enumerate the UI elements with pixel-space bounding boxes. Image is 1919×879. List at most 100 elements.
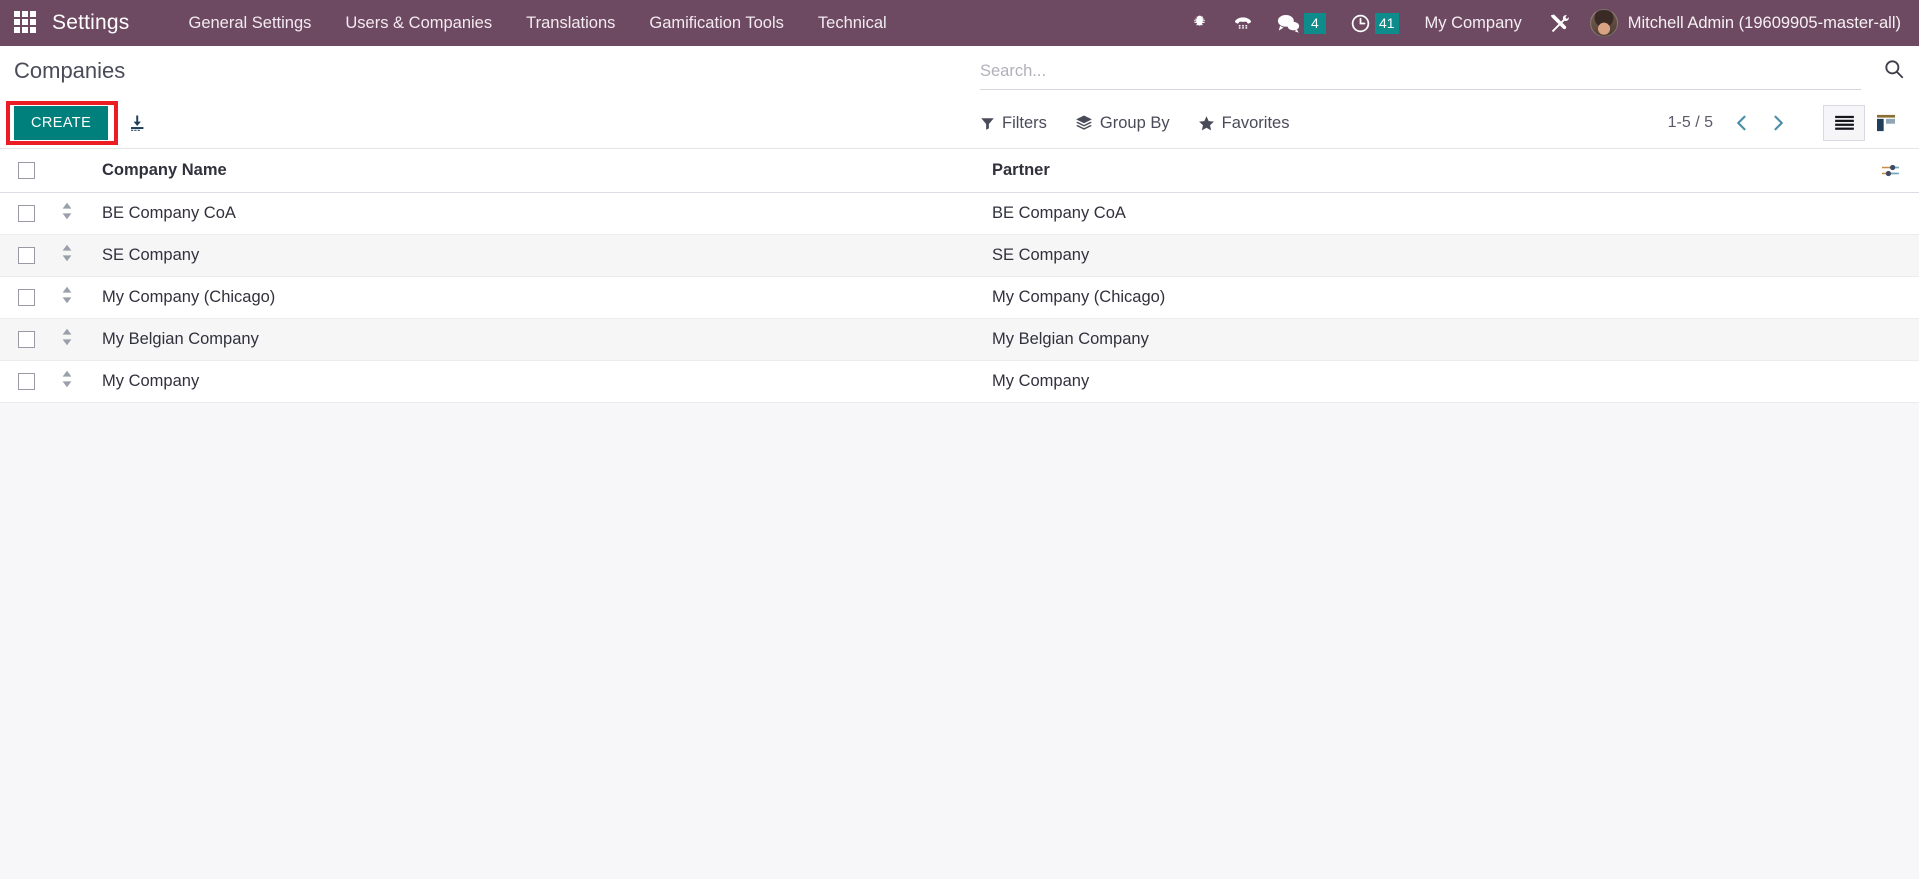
layers-icon	[1076, 115, 1092, 130]
funnel-icon	[981, 117, 994, 130]
cell-company-name: My Company	[102, 360, 992, 403]
sort-handle-icon[interactable]	[60, 370, 74, 388]
favorites-label: Favorites	[1221, 113, 1290, 132]
table-header-row: Company Name Partner	[0, 149, 1919, 193]
search-view[interactable]	[980, 60, 1861, 90]
search-input[interactable]	[980, 60, 1861, 85]
menu-general-settings[interactable]: General Settings	[171, 0, 328, 46]
column-header-company-name[interactable]: Company Name	[102, 149, 992, 193]
cell-partner: BE Company CoA	[992, 192, 1861, 235]
row-select-cell	[0, 234, 60, 277]
table-header: Company Name Partner	[0, 149, 1919, 193]
optional-columns-toggle	[1881, 164, 1899, 177]
row-spacer-cell	[1861, 318, 1919, 361]
control-panel-right: 1-5 / 5	[1668, 105, 1907, 141]
row-checkbox[interactable]	[18, 205, 35, 223]
table-row[interactable]: My Company My Company	[0, 360, 1919, 403]
filters-button[interactable]: Filters	[980, 114, 1047, 133]
wrench-screwdriver-icon[interactable]	[1536, 0, 1582, 46]
row-checkbox[interactable]	[18, 373, 35, 391]
handle-header-cell	[60, 149, 102, 193]
cell-partner: SE Company	[992, 234, 1861, 277]
group-by-button[interactable]: Group By	[1075, 114, 1170, 133]
optional-columns-header-cell	[1861, 149, 1919, 193]
sort-handle-icon[interactable]	[60, 286, 74, 304]
menu-users-companies[interactable]: Users & Companies	[328, 0, 509, 46]
table-body: BE Company CoA BE Company CoA SE Company…	[0, 192, 1919, 403]
user-menu[interactable]: Mitchell Admin (19609905-master-all)	[1582, 0, 1919, 46]
avatar	[1589, 9, 1618, 37]
list-view: Company Name Partner BE Company CoA BE C…	[0, 149, 1919, 403]
favorites-button[interactable]: Favorites	[1198, 113, 1290, 133]
sort-handle-icon[interactable]	[60, 328, 74, 346]
row-checkbox[interactable]	[18, 331, 35, 349]
app-brand-settings[interactable]: Settings	[52, 11, 129, 35]
row-handle-cell	[60, 234, 102, 277]
cell-partner: My Company (Chicago)	[992, 276, 1861, 319]
phone-keypad-icon[interactable]	[1221, 0, 1265, 46]
create-button[interactable]: CREATE	[14, 106, 109, 140]
pager-previous-button[interactable]	[1727, 108, 1757, 138]
table-row[interactable]: BE Company CoA BE Company CoA	[0, 192, 1919, 235]
row-spacer-cell	[1861, 192, 1919, 235]
row-spacer-cell	[1861, 276, 1919, 319]
menu-gamification-tools[interactable]: Gamification Tools	[632, 0, 801, 46]
column-header-partner[interactable]: Partner	[992, 149, 1861, 193]
sliders-icon[interactable]	[1861, 162, 1919, 179]
kanban-view-icon	[1877, 114, 1895, 132]
table-row[interactable]: SE Company SE Company	[0, 234, 1919, 277]
activities-counter[interactable]: 41	[1338, 0, 1411, 46]
pager-next-button[interactable]	[1763, 108, 1793, 138]
table-row[interactable]: My Company (Chicago) My Company (Chicago…	[0, 276, 1919, 319]
cell-partner: My Company	[992, 360, 1861, 403]
chevron-right-icon	[1774, 115, 1783, 131]
menu-technical[interactable]: Technical	[801, 0, 904, 46]
control-panel-bottom-row: CREATE Filters Group By Favorites 1-5 / …	[0, 97, 1919, 149]
control-panel-top-row: Companies	[0, 46, 1919, 97]
row-handle-cell	[60, 318, 102, 361]
row-checkbox[interactable]	[18, 289, 35, 307]
menu-translations[interactable]: Translations	[509, 0, 632, 46]
row-handle-cell	[60, 192, 102, 235]
messages-counter[interactable]: 4	[1265, 0, 1338, 46]
row-spacer-cell	[1861, 234, 1919, 277]
row-select-cell	[0, 192, 60, 235]
list-view-icon	[1834, 115, 1854, 130]
row-select-cell	[0, 360, 60, 403]
messages-badge: 4	[1303, 12, 1326, 34]
select-all-checkbox[interactable]	[18, 162, 35, 180]
control-panel: Companies CREATE	[0, 46, 1919, 149]
cell-partner: My Belgian Company	[992, 318, 1861, 361]
page-title: Companies	[14, 58, 126, 83]
import-download-icon[interactable]	[128, 114, 146, 132]
search-facets-buttons: Filters Group By Favorites	[980, 114, 1289, 133]
row-select-cell	[0, 318, 60, 361]
user-name: Mitchell Admin (19609905-master-all)	[1627, 13, 1901, 32]
activities-badge: 41	[1374, 12, 1399, 34]
select-all-header-cell	[0, 149, 60, 193]
row-handle-cell	[60, 276, 102, 319]
list-view-button[interactable]	[1823, 105, 1865, 141]
view-switcher	[1823, 105, 1907, 141]
table-row[interactable]: My Belgian Company My Belgian Company	[0, 318, 1919, 361]
row-spacer-cell	[1861, 360, 1919, 403]
apps-grid-icon[interactable]	[14, 11, 38, 35]
sort-handle-icon[interactable]	[60, 202, 74, 220]
companies-table: Company Name Partner BE Company CoA BE C…	[0, 149, 1919, 403]
star-icon	[1198, 115, 1214, 130]
cell-company-name: BE Company CoA	[102, 192, 992, 235]
row-select-cell	[0, 276, 60, 319]
active-company-switcher[interactable]: My Company	[1411, 0, 1536, 46]
kanban-view-button[interactable]	[1865, 105, 1907, 141]
row-checkbox[interactable]	[18, 247, 35, 265]
cell-company-name: My Company (Chicago)	[102, 276, 992, 319]
cell-company-name: SE Company	[102, 234, 992, 277]
top-navbar: Settings General Settings Users & Compan…	[0, 0, 1919, 46]
bug-icon[interactable]	[1178, 0, 1221, 46]
group-by-label: Group By	[1099, 113, 1170, 132]
pager-range: 1-5 / 5	[1667, 114, 1713, 131]
chevron-left-icon	[1737, 115, 1746, 131]
sort-handle-icon[interactable]	[60, 244, 74, 262]
search-icon[interactable]	[1883, 58, 1905, 85]
filters-label: Filters	[1002, 113, 1047, 132]
